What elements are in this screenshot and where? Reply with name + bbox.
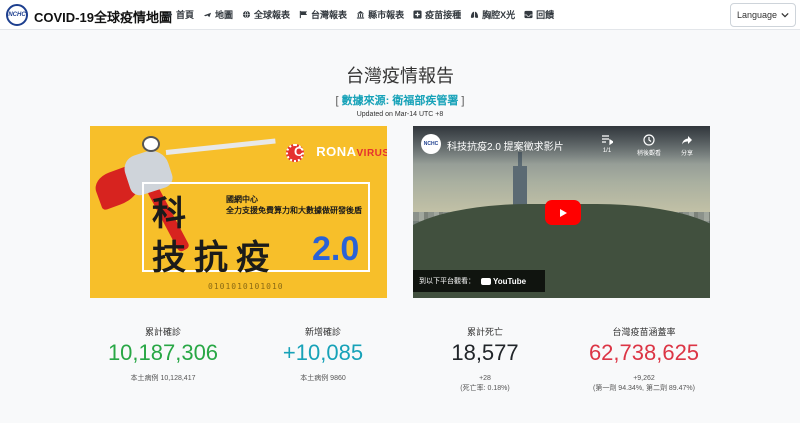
watch-on-label: 到以下平台觀看：: [419, 278, 475, 285]
nav-item-label: 台灣報表: [311, 10, 348, 20]
flag-icon: [299, 10, 308, 19]
banner-headline-2: 技抗疫: [152, 239, 278, 277]
nav-item-chest-xray[interactable]: 胸腔X光: [470, 8, 515, 21]
nav-item-global-report[interactable]: 全球報表: [242, 8, 290, 21]
bank-icon: [356, 10, 365, 19]
coronavirus-wordmark: C RONAVIRUS: [294, 144, 387, 159]
nav-item-label: 地圖: [215, 10, 234, 20]
youtube-logo: YouTube: [481, 277, 526, 286]
inbox-icon: [524, 10, 533, 19]
page-title: 台灣疫情報告: [346, 66, 454, 86]
video-title[interactable]: 科技抗疫2.0 提案徵求影片: [447, 138, 564, 153]
stat-vaccine-coverage: 台灣疫苗涵蓋率 62,738,625 +9,262 (第一劑 94.34%, 第…: [544, 325, 744, 394]
banner-subtitle: 國網中心 全力支援免費算力和大數據做研發後盾: [226, 195, 362, 215]
youtube-video-embed[interactable]: NCHC 科技抗疫2.0 提案徵求影片 1/1 稍後觀看 分享 到以下平台觀看：…: [413, 126, 710, 298]
plus-square-icon: [413, 10, 422, 19]
clock-icon: [643, 134, 655, 146]
nav-item-feedback[interactable]: 回饋: [524, 8, 554, 21]
updated-timestamp: Updated on Mar-14 UTC +8: [356, 111, 444, 118]
banner-headline-1: 科: [152, 195, 186, 233]
youtube-icon: [481, 277, 491, 285]
nav-item-label: 首頁: [176, 10, 195, 20]
nav-item-label: 胸腔X光: [482, 10, 516, 20]
banner-binary: 0101010101010: [208, 282, 284, 291]
language-dropdown[interactable]: Language: [730, 3, 796, 27]
lungs-icon: [470, 11, 479, 18]
language-label: Language: [737, 10, 778, 20]
share-button[interactable]: 分享: [681, 134, 693, 157]
robot-arm: [165, 138, 276, 155]
watch-on-youtube[interactable]: 到以下平台觀看： YouTube: [413, 270, 545, 292]
nav-item-map[interactable]: 地圖: [203, 8, 233, 21]
play-button[interactable]: [545, 200, 581, 225]
nav-item-taiwan-report[interactable]: 台灣報表: [299, 8, 347, 21]
nav-links: 首頁 地圖 全球報表 台灣報表 縣市報表 疫苗接種 胸腔X光 回饋: [164, 8, 554, 21]
globe-icon: [242, 10, 251, 19]
banner-version: 2.0: [312, 230, 360, 268]
stat-sub: +9,262: [633, 375, 655, 382]
nav-item-label: 回饋: [536, 10, 555, 20]
watch-later-button[interactable]: 稍後觀看: [637, 134, 661, 157]
nav-item-label: 全球報表: [254, 10, 291, 20]
nav-item-county-report[interactable]: 縣市報表: [356, 8, 404, 21]
stat-sub-2: (第一劑 94.34%, 第二劑 89.47%): [593, 385, 695, 392]
robot-head: [142, 136, 160, 152]
nav-item-vaccination[interactable]: 疫苗接種: [413, 8, 461, 21]
chevron-down-icon: [781, 12, 789, 18]
data-source: [ 數據來源: 衛福部疾管署 ]: [335, 95, 465, 107]
playlist-control[interactable]: 1/1: [601, 134, 613, 154]
nav-item-label: 縣市報表: [368, 10, 405, 20]
share-icon: [682, 136, 692, 145]
arrow-right-icon: [164, 11, 173, 18]
play-icon: [560, 208, 567, 217]
stat-label: 台灣疫苗涵蓋率: [612, 327, 676, 337]
nav-item-label: 疫苗接種: [425, 10, 462, 20]
playlist-icon: [602, 135, 613, 146]
channel-avatar[interactable]: NCHC: [421, 134, 441, 154]
nchc-logo[interactable]: NCHC: [6, 4, 28, 26]
app-title[interactable]: COVID-19全球疫情地圖: [34, 7, 172, 26]
data-source-link[interactable]: 數據來源: 衛福部疾管署: [342, 95, 459, 107]
plane-icon: [203, 12, 212, 18]
navbar: NCHC COVID-19全球疫情地圖 首頁 地圖 全球報表 台灣報表 縣市報表…: [0, 0, 800, 30]
stat-value: 62,738,625: [588, 340, 700, 365]
tech-vs-epidemic-banner[interactable]: C RONAVIRUS 科 國網中心 全力支援免費算力和大數據做研發後盾 技抗疫…: [90, 126, 387, 298]
nav-item-home[interactable]: 首頁: [164, 8, 194, 21]
